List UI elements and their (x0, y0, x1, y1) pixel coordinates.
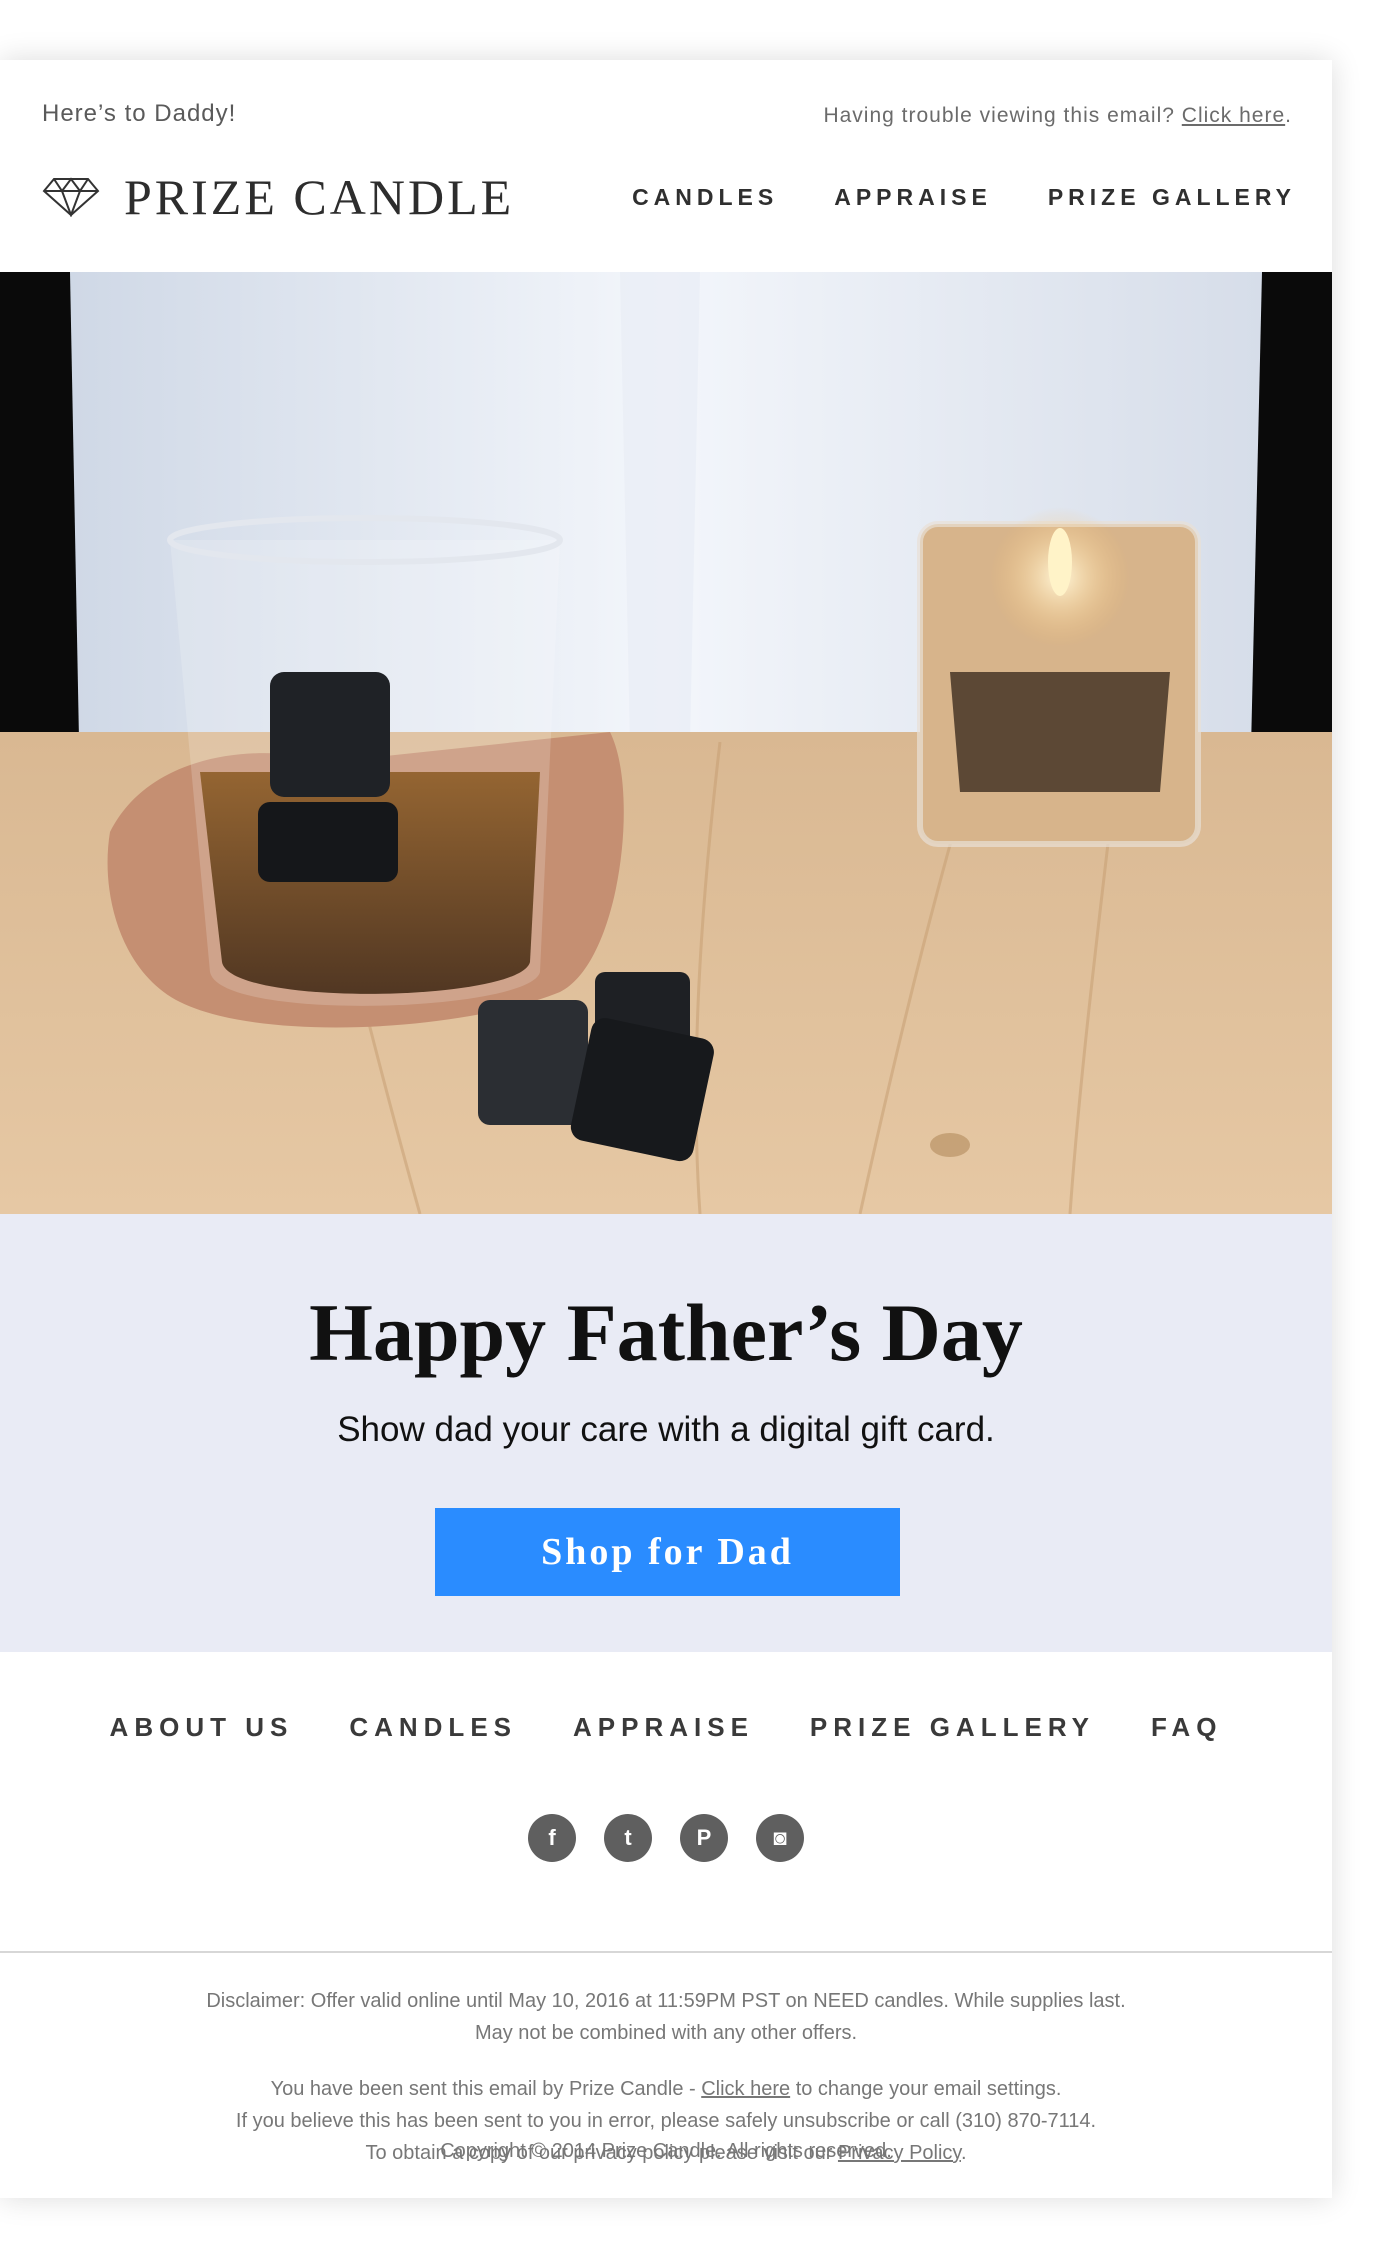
shop-for-dad-button[interactable]: Shop for Dad (435, 1508, 900, 1596)
pinterest-icon[interactable]: P (680, 1814, 728, 1862)
instagram-icon[interactable]: ◙ (756, 1814, 804, 1862)
footer-divider (0, 1951, 1332, 1953)
footer-nav-faq[interactable]: FAQ (1151, 1712, 1222, 1743)
email-container: Here’s to Daddy! Having trouble viewing … (0, 60, 1332, 2198)
unsubscribe-line: If you believe this has been sent to you… (235, 2110, 1097, 2132)
view-online-notice: Having trouble viewing this email? Click… (823, 104, 1292, 128)
preheader-text: Here’s to Daddy! (42, 100, 237, 127)
social-links: f t P ◙ (0, 1814, 1332, 1862)
footer-nav-about-us[interactable]: ABOUT US (110, 1712, 294, 1743)
brand-logo[interactable]: PRIZE CANDLE (42, 168, 514, 226)
hero-image[interactable] (0, 272, 1332, 1214)
brand-name: PRIZE CANDLE (124, 169, 515, 225)
sent-by-line: You have been sent this email by Prize C… (0, 2073, 1332, 2105)
email-settings-link[interactable]: Click here (701, 2078, 790, 2100)
copyright: Copyright © 2014 Prize Candle. All right… (440, 2140, 892, 2162)
nav-prize-gallery[interactable]: PRIZE GALLERY (1048, 184, 1296, 211)
hero-illustration (0, 272, 1332, 1214)
diamond-icon (42, 177, 100, 217)
nav-candles[interactable]: CANDLES (632, 184, 778, 211)
sent-by-text: You have been sent this email by Prize C… (270, 2078, 702, 2100)
view-online-link[interactable]: Click here (1182, 104, 1285, 127)
twitter-icon[interactable]: t (604, 1814, 652, 1862)
disclaimer-line-2: May not be combined with any other offer… (474, 2022, 858, 2044)
footer-nav-candles[interactable]: CANDLES (349, 1712, 517, 1743)
disclaimer-block: Disclaimer: Offer valid online until May… (0, 1985, 1332, 2049)
footer-nav-prize-gallery[interactable]: PRIZE GALLERY (810, 1712, 1095, 1743)
promo-subtitle: Show dad your care with a digital gift c… (337, 1410, 995, 1449)
footer-nav-appraise[interactable]: APPRAISE (573, 1712, 754, 1743)
footer-navigation: ABOUT US CANDLES APPRAISE PRIZE GALLERY … (0, 1712, 1332, 1743)
promo-section: Happy Father’s Day Show dad your care wi… (0, 1214, 1332, 1652)
promo-title: Happy Father’s Day (309, 1287, 1023, 1378)
view-online-text: Having trouble viewing this email? (823, 104, 1175, 127)
sent-by-text-end: to change your email settings. (790, 2078, 1062, 2100)
facebook-icon[interactable]: f (528, 1814, 576, 1862)
disclaimer-line-1: Disclaimer: Offer valid online until May… (206, 1990, 1126, 2012)
view-online-end: . (1285, 104, 1292, 127)
top-navigation: CANDLES APPRAISE PRIZE GALLERY (632, 184, 1296, 211)
nav-appraise[interactable]: APPRAISE (834, 184, 992, 211)
